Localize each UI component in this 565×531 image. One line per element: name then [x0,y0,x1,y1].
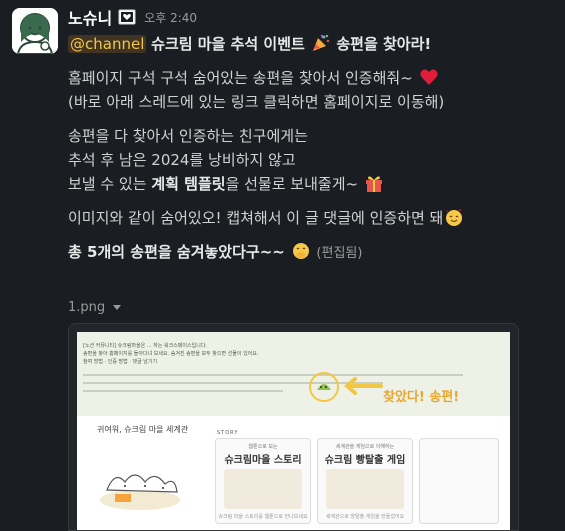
avatar[interactable] [12,8,58,54]
reward-template-bold: 계획 템플릿 [151,175,226,193]
reward-line-3-pre: 보낼 수 있는 [68,175,147,193]
avatar-illustration [12,8,58,54]
paragraph-instructions: 홈페이지 구석 구석 숨어있는 송편을 찾아서 인증해줘~ (바로 아래 스레드… [68,66,548,114]
escape-game-card[interactable]: 세계관을 게임으로 이해하는 슈크림 빵탈출 게임 세계관으로 방탈출 게임을 … [317,438,413,524]
banner-line-1: [노션 커뮤니티] 슈크림마을은 ... 하는 워크스페이스입니다. [83,343,208,349]
chevron-down-icon[interactable] [113,305,122,310]
howto-line: 이미지와 같이 숨어있오! 캡쳐해서 이 글 댓글에 인증하면 돼 [68,209,444,227]
card-image [224,469,302,509]
event-title-tail: 송편을 찾아라! [336,35,432,53]
found-label: 찾았다! 송편! [383,390,460,405]
paragraph-howto: 이미지와 같이 숨어있오! 캡쳐해서 이 글 댓글에 인증하면 돼 [68,206,548,230]
card-subtitle: 세계관을 게임으로 이해하는 [335,444,395,450]
songpyeon-icon [317,384,331,390]
reward-line-2: 추석 후 남은 2024를 낭비하지 않고 [68,151,296,169]
summary-bold: 총 5개의 송편을 숨겨놓았다구~~ [68,243,285,261]
world-title: 귀여워, 슈크림 마을 세계관 [97,425,189,434]
banner-line-2: 송편을 찾아 홈페이지를 돌아다녀 보세요. 숨겨진 송편을 모두 찾으면 선물… [83,351,259,357]
card-title: 슈크림 빵탈출 게임 [324,455,406,466]
empty-card[interactable] [419,438,499,524]
card-image [326,469,404,509]
message-title-line: @channel 슈크림 마을 추석 이벤트 송편을 찾아라! [68,32,548,56]
message-header: 노슈니 오후 2:40 [68,6,197,28]
paragraph-reward: 송편을 다 찾아서 인증하는 친구에게는 추석 후 남은 2024를 낭비하지 … [68,124,548,196]
hand-over-mouth-face-icon [291,241,311,261]
instruction-line-2: (바로 아래 스레드에 있는 링크 클릭하면 홈페이지로 이동해) [68,93,445,111]
status-emoji-icon [118,9,136,25]
smiling-hearts-face-icon [444,207,464,227]
party-popper-icon [311,33,331,53]
characters-illustration [100,474,180,510]
reward-line-1: 송편을 다 찾아서 인증하는 친구에게는 [68,127,308,145]
attachment-filename[interactable]: 1.png [68,300,105,315]
card-subtitle: 웹툰으로 보는 [248,444,278,450]
story-card[interactable]: 웹툰으로 보는 슈크림마을 스토리 슈크림 마을 스토리를 웹툰으로 만나보세요 [215,438,311,524]
edited-label: (편집됨) [316,246,363,261]
instruction-line-1: 홈페이지 구석 구석 숨어있는 송편을 찾아서 인증해줘~ [68,69,413,87]
channel-mention[interactable]: @channel [68,35,147,53]
card-caption: 슈크림 마을 스토리를 웹툰으로 만나보세요 [218,514,308,520]
message-body: @channel 슈크림 마을 추석 이벤트 송편을 찾아라! 홈페이지 구석 … [68,32,548,276]
author-name[interactable]: 노슈니 [68,5,112,29]
story-tag: STORY [217,430,239,436]
highlight-circle [309,372,339,402]
card-title: 슈크림마을 스토리 [224,455,302,466]
arrow-icon [343,377,383,395]
screenshot-content: [노션 커뮤니티] 슈크림마을은 ... 하는 워크스페이스입니다. 송편을 찾… [77,332,510,530]
gift-icon [364,173,384,193]
card-caption: 세계관으로 방탈출 게임을 만들었어요 [325,514,405,520]
red-heart-icon [419,67,439,87]
attachment-header[interactable]: 1.png [68,300,122,315]
event-title: 슈크림 마을 추석 이벤트 [151,35,305,53]
reward-line-3-post: 을 선물로 보내줄게~ [225,175,359,193]
message-timestamp[interactable]: 오후 2:40 [144,9,197,26]
paragraph-summary: 총 5개의 송편을 숨겨놓았다구~~ (편집됨) [68,240,548,266]
banner-line-3: 참여 방법 · 인증 방법 · 댓글 남기기 [83,359,158,365]
banner-divider [83,374,463,376]
banner-divider [83,390,283,392]
banner-text: [노션 커뮤니티] 슈크림마을은 ... 하는 워크스페이스입니다. 송편을 찾… [83,342,258,366]
attachment-image-preview[interactable]: [노션 커뮤니티] 슈크림마을은 ... 하는 워크스페이스입니다. 송편을 찾… [68,323,519,531]
